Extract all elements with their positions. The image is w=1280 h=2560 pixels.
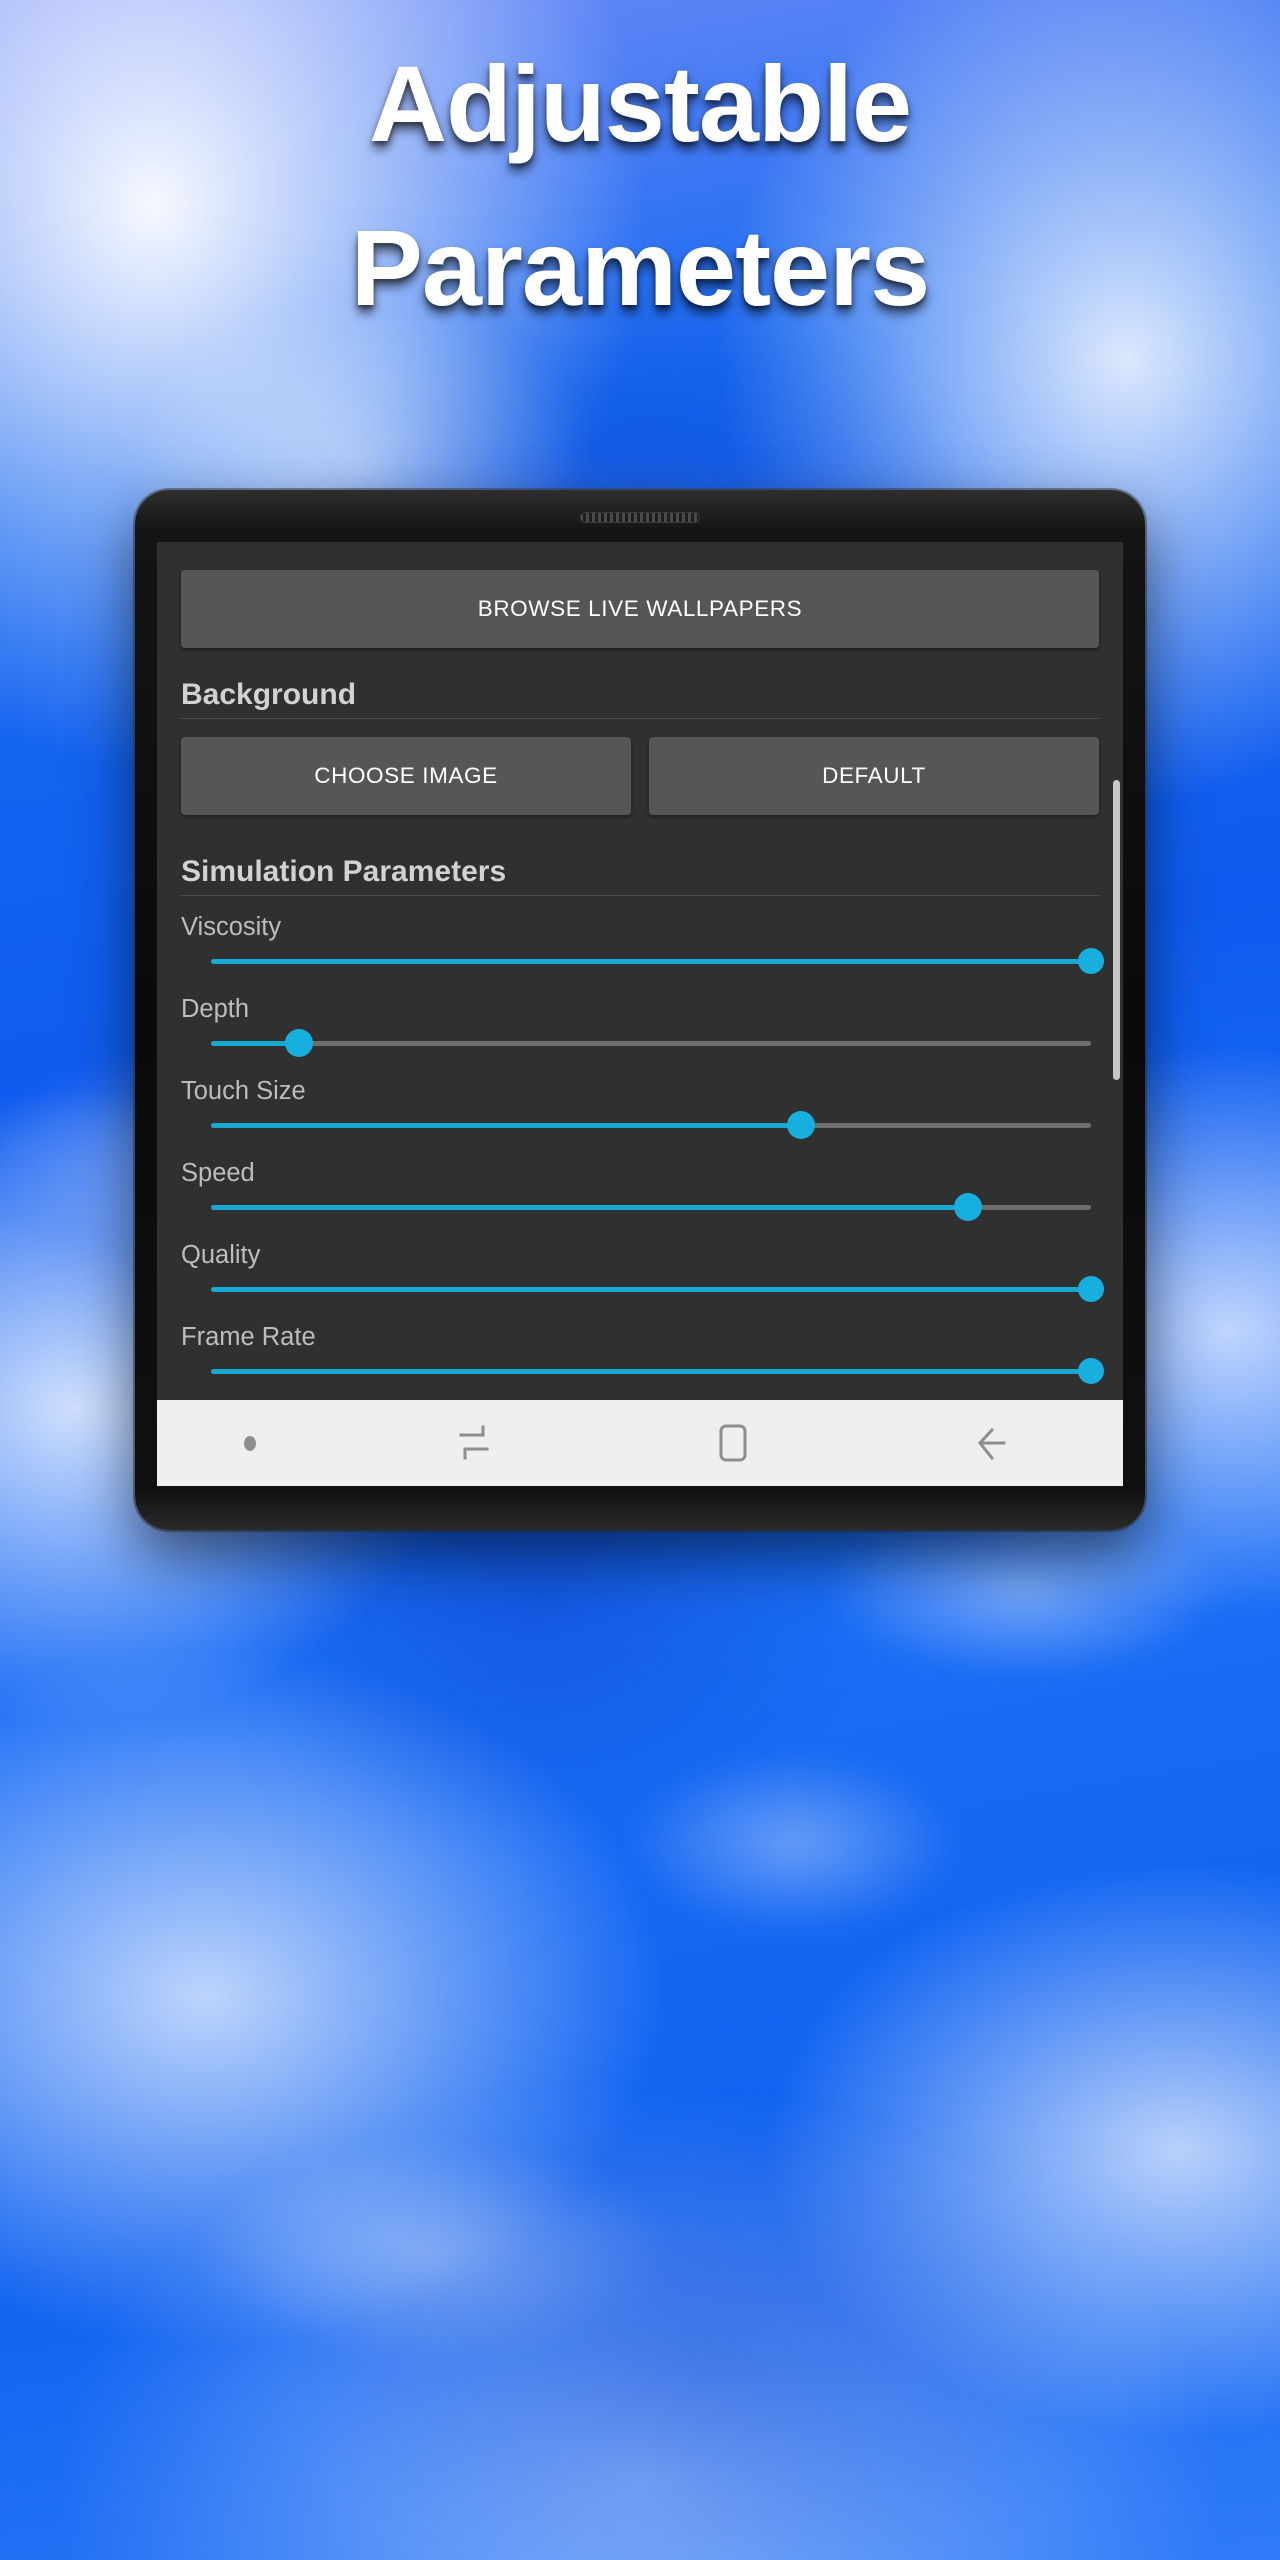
slider-thumb[interactable] (1078, 1358, 1104, 1384)
slider-label-frame-rate: Frame Rate (181, 1323, 316, 1351)
slider-thumb[interactable] (285, 1029, 313, 1057)
slider-thumb[interactable] (1078, 1276, 1104, 1302)
slider-label-depth: Depth (181, 995, 250, 1023)
vertical-scrollbar[interactable] (1113, 780, 1120, 1080)
recents-icon (453, 1422, 495, 1464)
slider-fill (211, 958, 1091, 964)
indicator-dot-icon (244, 1435, 257, 1451)
slider-label-quality: Quality (181, 1241, 261, 1269)
slider-fill (211, 1122, 801, 1128)
slider-label-touch-size: Touch Size (181, 1077, 306, 1105)
background-button-group: CHOOSE IMAGE DEFAULT (181, 737, 1099, 815)
app-settings-screen: BROWSE LIVE WALLPAPERS Background CHOOSE… (157, 542, 1123, 1486)
section-header-background: Background (181, 678, 1099, 719)
slider-fill (211, 1286, 1091, 1292)
nav-home-button[interactable] (604, 1400, 864, 1486)
slider-thumb[interactable] (953, 1193, 982, 1221)
android-navigation-bar (157, 1400, 1123, 1486)
slider-fill (211, 1204, 968, 1210)
nav-back-button[interactable] (863, 1400, 1123, 1486)
section-header-simulation-parameters: Simulation Parameters (181, 855, 1099, 896)
browse-live-wallpapers-button[interactable]: BROWSE LIVE WALLPAPERS (181, 570, 1099, 648)
slider-label-viscosity: Viscosity (181, 913, 282, 941)
nav-indicator-dot-cell (157, 1400, 344, 1486)
slider-thumb[interactable] (786, 1111, 815, 1139)
nav-recents-button[interactable] (344, 1400, 604, 1486)
device-mockup: BROWSE LIVE WALLPAPERS Background CHOOSE… (135, 490, 1145, 1530)
back-icon (972, 1422, 1014, 1464)
slider-speed[interactable] (211, 1190, 1091, 1224)
slider-viscosity[interactable] (211, 944, 1104, 978)
slider-frame-rate[interactable] (211, 1354, 1104, 1388)
choose-image-button[interactable]: CHOOSE IMAGE (181, 737, 631, 815)
slider-fill (211, 1368, 1091, 1374)
device-screen: BROWSE LIVE WALLPAPERS Background CHOOSE… (157, 542, 1123, 1486)
speaker-grille-icon (580, 512, 700, 523)
slider-touch-size[interactable] (211, 1108, 1091, 1142)
slider-track (211, 1040, 1091, 1046)
slider-quality[interactable] (211, 1272, 1104, 1306)
promo-screenshot: Adjustable Parameters BROWSE LIVE WALLPA… (0, 0, 1280, 2560)
slider-label-speed: Speed (181, 1159, 255, 1187)
slider-depth[interactable] (211, 1026, 1091, 1060)
default-background-button[interactable]: DEFAULT (649, 737, 1099, 815)
home-icon (712, 1421, 754, 1465)
slider-thumb[interactable] (1078, 948, 1104, 974)
